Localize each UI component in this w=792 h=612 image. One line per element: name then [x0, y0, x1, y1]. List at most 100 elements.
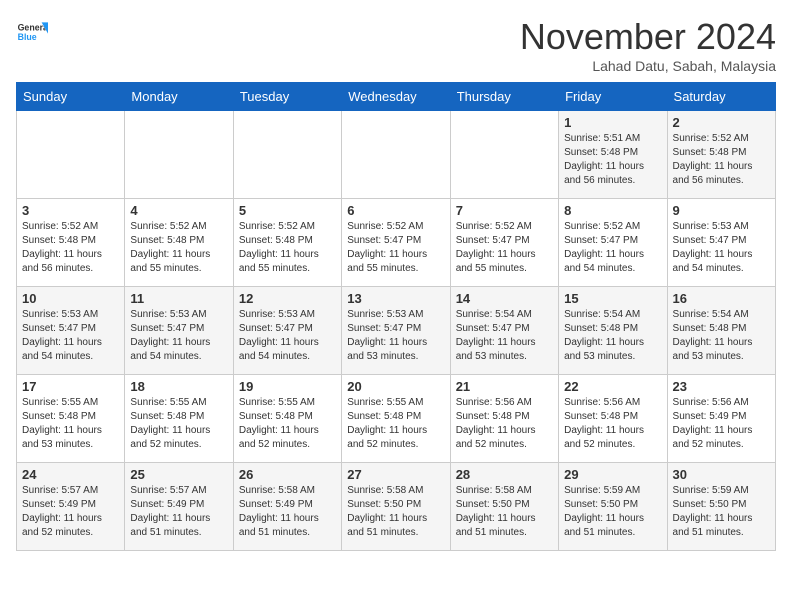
- day-number: 27: [347, 467, 444, 482]
- day-info: Sunrise: 5:59 AMSunset: 5:50 PMDaylight:…: [673, 484, 770, 540]
- day-number: 7: [456, 203, 553, 218]
- day-cell: 7 Sunrise: 5:52 AMSunset: 5:47 PMDaylight…: [450, 199, 558, 287]
- day-number: 10: [22, 291, 119, 306]
- logo-icon: General Blue: [16, 16, 48, 48]
- day-cell: 30 Sunrise: 5:59 AMSunset: 5:50 PMDayligh…: [667, 463, 775, 551]
- day-number: 6: [347, 203, 444, 218]
- col-header-tuesday: Tuesday: [233, 83, 341, 111]
- day-number: 9: [673, 203, 770, 218]
- day-cell: 29 Sunrise: 5:59 AMSunset: 5:50 PMDayligh…: [559, 463, 667, 551]
- week-row-1: 1 Sunrise: 5:51 AMSunset: 5:48 PMDaylight…: [17, 111, 776, 199]
- day-number: 23: [673, 379, 770, 394]
- day-info: Sunrise: 5:54 AMSunset: 5:47 PMDaylight:…: [456, 308, 553, 364]
- day-info: Sunrise: 5:53 AMSunset: 5:47 PMDaylight:…: [673, 220, 770, 276]
- day-cell: 23 Sunrise: 5:56 AMSunset: 5:49 PMDayligh…: [667, 375, 775, 463]
- day-info: Sunrise: 5:53 AMSunset: 5:47 PMDaylight:…: [130, 308, 227, 364]
- week-row-4: 17 Sunrise: 5:55 AMSunset: 5:48 PMDayligh…: [17, 375, 776, 463]
- day-cell: 11Sunrise: 5:53 AMSunset: 5:47 PMDayligh…: [125, 287, 233, 375]
- day-cell: [233, 111, 341, 199]
- day-number: 29: [564, 467, 661, 482]
- day-info: Sunrise: 5:52 AMSunset: 5:47 PMDaylight:…: [564, 220, 661, 276]
- day-info: Sunrise: 5:55 AMSunset: 5:48 PMDaylight:…: [347, 396, 444, 452]
- day-cell: [17, 111, 125, 199]
- calendar-table: SundayMondayTuesdayWednesdayThursdayFrid…: [16, 82, 776, 551]
- day-number: 4: [130, 203, 227, 218]
- day-info: Sunrise: 5:59 AMSunset: 5:50 PMDaylight:…: [564, 484, 661, 540]
- day-info: Sunrise: 5:56 AMSunset: 5:48 PMDaylight:…: [564, 396, 661, 452]
- col-header-friday: Friday: [559, 83, 667, 111]
- day-info: Sunrise: 5:58 AMSunset: 5:49 PMDaylight:…: [239, 484, 336, 540]
- day-info: Sunrise: 5:52 AMSunset: 5:47 PMDaylight:…: [456, 220, 553, 276]
- page-header: General Blue November 2024 Lahad Datu, S…: [16, 16, 776, 74]
- day-info: Sunrise: 5:55 AMSunset: 5:48 PMDaylight:…: [22, 396, 119, 452]
- col-header-monday: Monday: [125, 83, 233, 111]
- day-info: Sunrise: 5:53 AMSunset: 5:47 PMDaylight:…: [22, 308, 119, 364]
- day-info: Sunrise: 5:53 AMSunset: 5:47 PMDaylight:…: [239, 308, 336, 364]
- day-cell: 10 Sunrise: 5:53 AMSunset: 5:47 PMDayligh…: [17, 287, 125, 375]
- day-cell: 27 Sunrise: 5:58 AMSunset: 5:50 PMDayligh…: [342, 463, 450, 551]
- day-cell: 14 Sunrise: 5:54 AMSunset: 5:47 PMDayligh…: [450, 287, 558, 375]
- day-info: Sunrise: 5:52 AMSunset: 5:48 PMDaylight:…: [239, 220, 336, 276]
- day-info: Sunrise: 5:57 AMSunset: 5:49 PMDaylight:…: [130, 484, 227, 540]
- day-info: Sunrise: 5:52 AMSunset: 5:48 PMDaylight:…: [130, 220, 227, 276]
- day-number: 25: [130, 467, 227, 482]
- day-cell: 8 Sunrise: 5:52 AMSunset: 5:47 PMDaylight…: [559, 199, 667, 287]
- day-info: Sunrise: 5:58 AMSunset: 5:50 PMDaylight:…: [456, 484, 553, 540]
- day-cell: 21Sunrise: 5:56 AMSunset: 5:48 PMDayligh…: [450, 375, 558, 463]
- day-info: Sunrise: 5:57 AMSunset: 5:49 PMDaylight:…: [22, 484, 119, 540]
- day-number: 19: [239, 379, 336, 394]
- day-cell: 24 Sunrise: 5:57 AMSunset: 5:49 PMDayligh…: [17, 463, 125, 551]
- title-section: November 2024 Lahad Datu, Sabah, Malaysi…: [520, 16, 776, 74]
- day-cell: 6 Sunrise: 5:52 AMSunset: 5:47 PMDaylight…: [342, 199, 450, 287]
- day-number: 15: [564, 291, 661, 306]
- day-info: Sunrise: 5:56 AMSunset: 5:49 PMDaylight:…: [673, 396, 770, 452]
- day-cell: 17 Sunrise: 5:55 AMSunset: 5:48 PMDayligh…: [17, 375, 125, 463]
- day-info: Sunrise: 5:52 AMSunset: 5:48 PMDaylight:…: [673, 132, 770, 188]
- day-number: 5: [239, 203, 336, 218]
- day-cell: 25 Sunrise: 5:57 AMSunset: 5:49 PMDayligh…: [125, 463, 233, 551]
- day-number: 2: [673, 115, 770, 130]
- day-number: 22: [564, 379, 661, 394]
- day-cell: 20Sunrise: 5:55 AMSunset: 5:48 PMDayligh…: [342, 375, 450, 463]
- logo: General Blue: [16, 16, 48, 48]
- day-cell: 26Sunrise: 5:58 AMSunset: 5:49 PMDayligh…: [233, 463, 341, 551]
- day-number: 14: [456, 291, 553, 306]
- header-row: SundayMondayTuesdayWednesdayThursdayFrid…: [17, 83, 776, 111]
- day-number: 17: [22, 379, 119, 394]
- day-number: 28: [456, 467, 553, 482]
- day-cell: 2 Sunrise: 5:52 AMSunset: 5:48 PMDaylight…: [667, 111, 775, 199]
- day-cell: 28 Sunrise: 5:58 AMSunset: 5:50 PMDayligh…: [450, 463, 558, 551]
- day-cell: 5 Sunrise: 5:52 AMSunset: 5:48 PMDaylight…: [233, 199, 341, 287]
- day-cell: 1 Sunrise: 5:51 AMSunset: 5:48 PMDaylight…: [559, 111, 667, 199]
- day-number: 18: [130, 379, 227, 394]
- col-header-wednesday: Wednesday: [342, 83, 450, 111]
- day-info: Sunrise: 5:55 AMSunset: 5:48 PMDaylight:…: [130, 396, 227, 452]
- day-number: 24: [22, 467, 119, 482]
- day-number: 13: [347, 291, 444, 306]
- day-info: Sunrise: 5:52 AMSunset: 5:47 PMDaylight:…: [347, 220, 444, 276]
- day-number: 16: [673, 291, 770, 306]
- day-number: 3: [22, 203, 119, 218]
- day-cell: 4 Sunrise: 5:52 AMSunset: 5:48 PMDaylight…: [125, 199, 233, 287]
- svg-text:Blue: Blue: [18, 32, 37, 42]
- day-number: 1: [564, 115, 661, 130]
- day-cell: 15Sunrise: 5:54 AMSunset: 5:48 PMDayligh…: [559, 287, 667, 375]
- location: Lahad Datu, Sabah, Malaysia: [520, 58, 776, 74]
- week-row-5: 24 Sunrise: 5:57 AMSunset: 5:49 PMDayligh…: [17, 463, 776, 551]
- day-cell: 9 Sunrise: 5:53 AMSunset: 5:47 PMDaylight…: [667, 199, 775, 287]
- col-header-sunday: Sunday: [17, 83, 125, 111]
- day-cell: 22 Sunrise: 5:56 AMSunset: 5:48 PMDayligh…: [559, 375, 667, 463]
- day-cell: 19 Sunrise: 5:55 AMSunset: 5:48 PMDayligh…: [233, 375, 341, 463]
- day-cell: 13 Sunrise: 5:53 AMSunset: 5:47 PMDayligh…: [342, 287, 450, 375]
- col-header-thursday: Thursday: [450, 83, 558, 111]
- day-info: Sunrise: 5:53 AMSunset: 5:47 PMDaylight:…: [347, 308, 444, 364]
- day-info: Sunrise: 5:58 AMSunset: 5:50 PMDaylight:…: [347, 484, 444, 540]
- col-header-saturday: Saturday: [667, 83, 775, 111]
- day-number: 8: [564, 203, 661, 218]
- day-info: Sunrise: 5:55 AMSunset: 5:48 PMDaylight:…: [239, 396, 336, 452]
- day-cell: 18 Sunrise: 5:55 AMSunset: 5:48 PMDayligh…: [125, 375, 233, 463]
- day-number: 30: [673, 467, 770, 482]
- day-info: Sunrise: 5:51 AMSunset: 5:48 PMDaylight:…: [564, 132, 661, 188]
- day-cell: [342, 111, 450, 199]
- day-cell: 12Sunrise: 5:53 AMSunset: 5:47 PMDayligh…: [233, 287, 341, 375]
